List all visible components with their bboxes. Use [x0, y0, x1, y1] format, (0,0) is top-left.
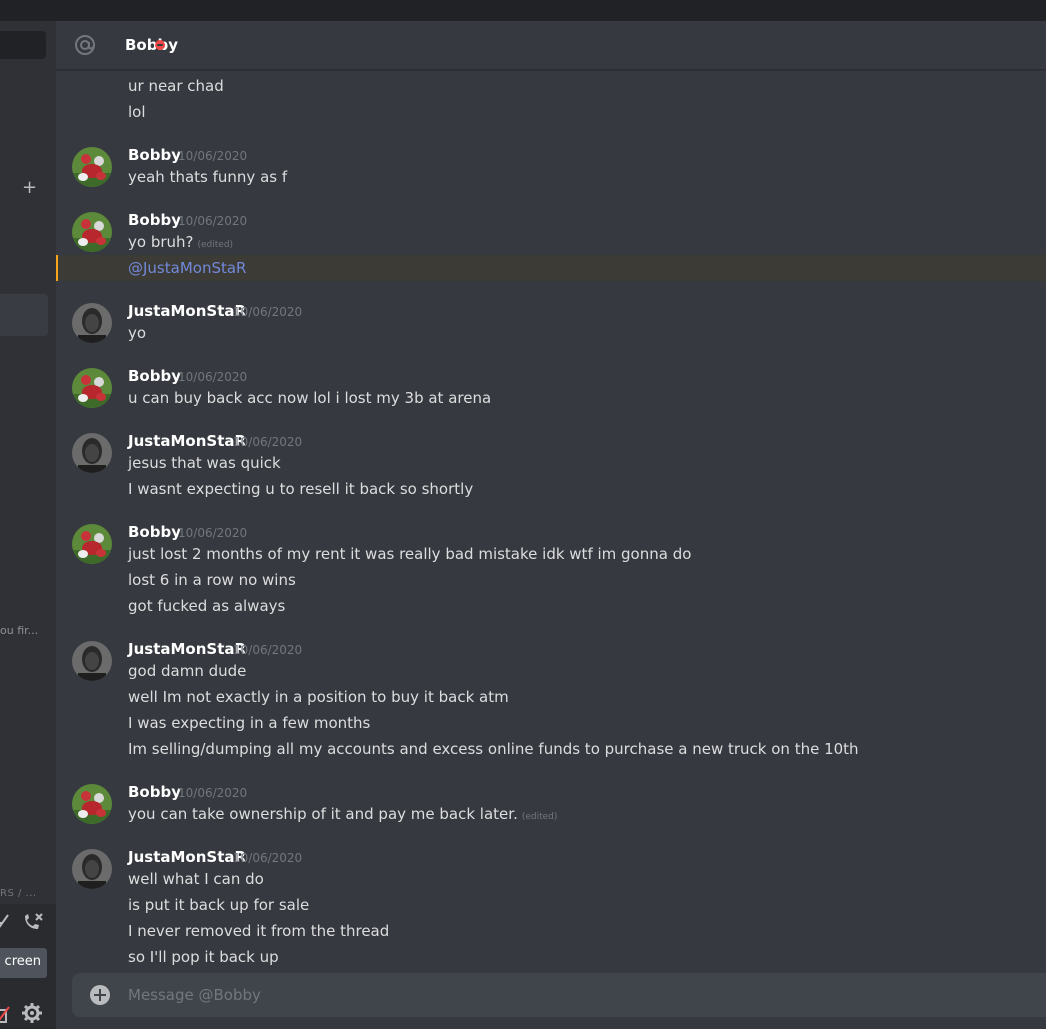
message-author[interactable]: Bobby	[128, 522, 181, 542]
message-timestamp: 10/06/2020	[233, 435, 303, 449]
message-composer	[72, 973, 1046, 1017]
channel-name: Bobby	[125, 36, 178, 54]
bobby-avatar[interactable]	[72, 147, 112, 187]
message-timestamp: 10/06/2020	[178, 526, 248, 540]
signal-icon[interactable]	[0, 913, 10, 931]
disconnect-call-icon[interactable]	[22, 912, 44, 932]
bobby-avatar[interactable]	[72, 368, 112, 408]
message-timestamp: 10/06/2020	[178, 370, 248, 384]
voice-channel-label: RS / ...	[0, 888, 37, 899]
message-text: yo	[128, 324, 147, 342]
bobby-avatar[interactable]	[72, 784, 112, 824]
message-timestamp: 10/06/2020	[178, 149, 248, 163]
message-text: yeah thats funny as f	[128, 168, 288, 186]
message-text: Im selling/dumping all my accounts and e…	[128, 740, 859, 758]
message-timestamp: 10/06/2020	[178, 214, 248, 228]
message-text-content: you can take ownership of it and pay me …	[128, 805, 518, 823]
message-text: I was expecting in a few months	[128, 714, 371, 732]
message-author[interactable]: Bobby	[128, 210, 181, 230]
settings-gear-icon[interactable]	[22, 1003, 42, 1023]
message-text: is put it back up for sale	[128, 896, 310, 914]
message-text: got fucked as always	[128, 597, 286, 615]
find-conversation-search[interactable]	[0, 31, 46, 59]
message-text: u can buy back acc now lol i lost my 3b …	[128, 389, 492, 407]
share-screen-label: creen	[4, 954, 41, 969]
justamonstar-avatar[interactable]	[72, 303, 112, 343]
edited-tag: (edited)	[521, 812, 558, 822]
share-screen-button[interactable]: creen	[0, 948, 47, 978]
justamonstar-avatar[interactable]	[72, 849, 112, 889]
message-author[interactable]: JustaMonStaR	[128, 431, 246, 451]
message-text: god damn dude	[128, 662, 247, 680]
message-author[interactable]: Bobby	[128, 782, 181, 802]
selected-dm-item[interactable]	[0, 294, 48, 336]
headset-muted-icon[interactable]	[0, 1004, 10, 1024]
justamonstar-avatar[interactable]	[72, 641, 112, 681]
message-author[interactable]: JustaMonStaR	[128, 847, 246, 867]
message-text: yo bruh? (edited)	[128, 232, 233, 255]
user-mention[interactable]: @JustaMonStaR	[128, 258, 246, 278]
message-author[interactable]: JustaMonStaR	[128, 301, 246, 321]
window-title-bar	[0, 0, 1046, 21]
message-text: so I'll pop it back up	[128, 948, 279, 966]
chat-header: Bobby	[56, 21, 1046, 70]
message-text: just lost 2 months of my rent it was rea…	[128, 545, 692, 563]
message-timestamp: 10/06/2020	[233, 305, 303, 319]
justamonstar-avatar[interactable]	[72, 433, 112, 473]
message-text: lost 6 in a row no wins	[128, 571, 296, 589]
message-text: jesus that was quick	[128, 454, 281, 472]
message-text: ur near chad	[128, 77, 224, 95]
create-dm-button[interactable]: +	[22, 178, 37, 198]
channel-sidebar: + ou fir... RS / ... creen	[0, 21, 56, 1029]
at-symbol-icon	[75, 35, 95, 55]
message-text: I wasnt expecting u to resell it back so…	[128, 480, 474, 498]
message-author[interactable]: Bobby	[128, 145, 181, 165]
message-text: lol	[128, 103, 146, 121]
bobby-avatar[interactable]	[72, 212, 112, 252]
message-author[interactable]: JustaMonStaR	[128, 639, 246, 659]
dm-preview-text: ou fir...	[0, 624, 39, 637]
message-author[interactable]: Bobby	[128, 366, 181, 386]
message-text: you can take ownership of it and pay me …	[128, 804, 557, 827]
message-input[interactable]	[128, 973, 1028, 1017]
message-list[interactable]: ur near chad lol Bobby 10/06/2020 yeah t…	[56, 70, 1046, 970]
message-timestamp: 10/06/2020	[178, 786, 248, 800]
bobby-avatar[interactable]	[72, 524, 112, 564]
message-timestamp: 10/06/2020	[233, 851, 303, 865]
message-text: well what I can do	[128, 870, 264, 888]
message-timestamp: 10/06/2020	[233, 643, 303, 657]
message-text: well Im not exactly in a position to buy…	[128, 688, 509, 706]
upload-plus-icon[interactable]	[90, 985, 110, 1005]
do-not-disturb-status-icon	[155, 40, 165, 50]
edited-tag: (edited)	[197, 240, 234, 250]
message-text-content: yo bruh?	[128, 233, 194, 251]
message-text: I never removed it from the thread	[128, 922, 390, 940]
